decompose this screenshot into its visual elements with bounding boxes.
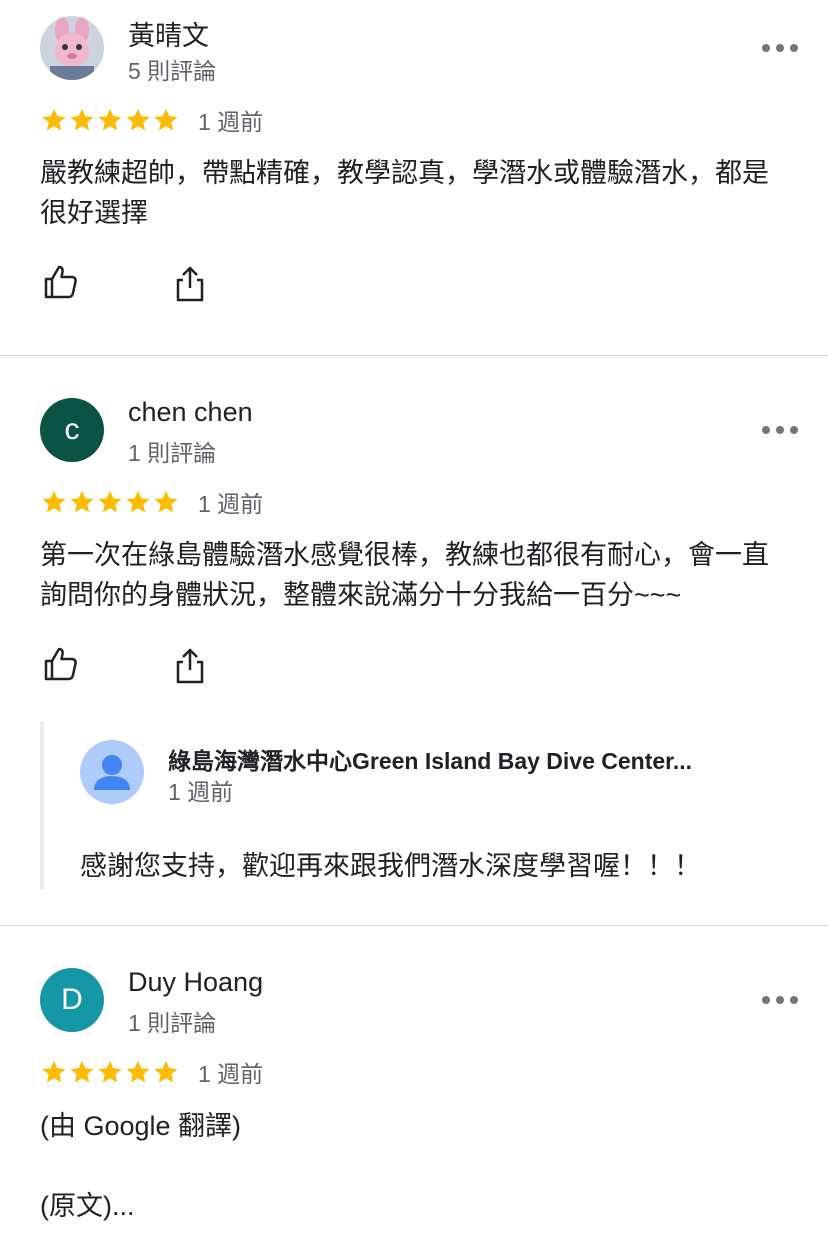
avatar-letter: D [61,983,83,1016]
translation-note: (由 Google 翻譯) [40,1111,242,1141]
star-icon [98,1060,122,1083]
star-icon [126,1060,150,1083]
star-rating [40,1058,180,1086]
review-3: D Duy Hoang 1 則評論 1 週前 (由 Google 翻譯) (原文… [0,0,828,1245]
star-icon [70,1060,94,1083]
more-options-icon[interactable] [762,993,798,1007]
rating-row: 1 週前 [40,1057,263,1087]
avatar[interactable]: D [40,968,104,1032]
review-count: 1 則評論 [128,1010,217,1036]
review-time: 1 週前 [198,1061,264,1087]
reviewer-name[interactable]: Duy Hoang [128,967,263,998]
star-icon [154,1060,178,1083]
original-text-link[interactable]: (原文)... [40,1186,788,1226]
star-icon [42,1060,66,1083]
